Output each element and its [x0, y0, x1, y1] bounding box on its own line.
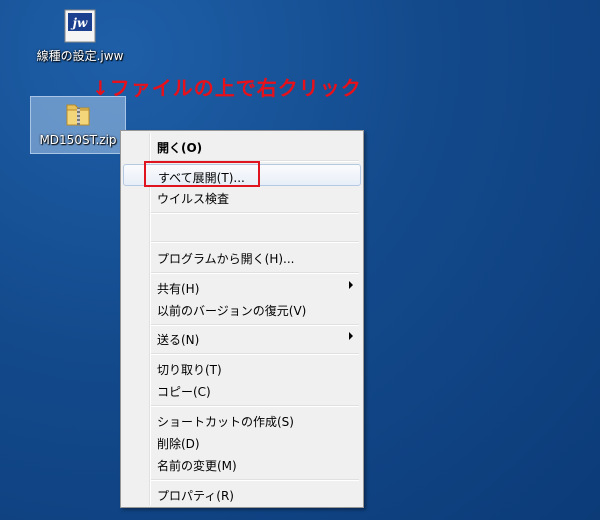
- submenu-arrow-icon: [349, 281, 353, 289]
- menu-item-label: 以前のバージョンの復元(V): [157, 304, 307, 318]
- menu-item-create-shortcut[interactable]: ショートカットの作成(S): [123, 409, 361, 431]
- menu-separator: [151, 241, 359, 243]
- menu-item-send-to[interactable]: 送る(N): [123, 327, 361, 349]
- menu-item-virus-scan[interactable]: ウイルス検査: [123, 186, 361, 208]
- menu-item-label: 切り取り(T): [157, 363, 222, 377]
- menu-item-label: プロパティ(R): [157, 489, 234, 503]
- menu-item-label: 名前の変更(M): [157, 459, 237, 473]
- instruction-annotation: ↓ファイルの上で右クリック: [92, 76, 362, 100]
- menu-item-open[interactable]: 開く(O): [123, 135, 361, 157]
- menu-item-share[interactable]: 共有(H): [123, 276, 361, 298]
- menu-separator: [151, 212, 359, 214]
- submenu-arrow-icon: [349, 332, 353, 340]
- menu-item-label: 削除(D): [157, 437, 200, 451]
- desktop-icon-zip-file[interactable]: MD150ST.zip: [30, 96, 126, 154]
- menu-item-cut[interactable]: 切り取り(T): [123, 357, 361, 379]
- menu-separator: [151, 479, 359, 481]
- menu-separator: [151, 272, 359, 274]
- menu-item-label: コピー(C): [157, 385, 211, 399]
- menu-item-label: 送る(N): [157, 333, 200, 347]
- menu-item-copy[interactable]: コピー(C): [123, 379, 361, 401]
- menu-item-open-with[interactable]: プログラムから開く(H)...: [123, 246, 361, 268]
- menu-item-restore-previous[interactable]: 以前のバージョンの復元(V): [123, 298, 361, 320]
- desktop-icon-label: MD150ST.zip: [39, 133, 117, 147]
- red-highlight-box: [144, 161, 260, 187]
- menu-separator: [151, 324, 359, 326]
- menu-item-label: 開く(O): [157, 141, 203, 155]
- menu-item-label: ショートカットの作成(S): [157, 415, 294, 429]
- svg-text:jw: jw: [71, 16, 88, 30]
- menu-item-label: ウイルス検査: [157, 192, 230, 206]
- zip-folder-icon: [66, 104, 90, 126]
- menu-item-label: 共有(H): [157, 282, 200, 296]
- jww-file-icon: jw: [64, 9, 96, 43]
- menu-item-properties[interactable]: プロパティ(R): [123, 483, 361, 505]
- menu-separator: [151, 405, 359, 407]
- menu-item-rename[interactable]: 名前の変更(M): [123, 453, 361, 475]
- menu-item-delete[interactable]: 削除(D): [123, 431, 361, 453]
- menu-item-label: プログラムから開く(H)...: [157, 252, 295, 266]
- menu-separator: [151, 353, 359, 355]
- desktop-icon-label: 線種の設定.jww: [36, 49, 124, 63]
- desktop-icon-jww-file[interactable]: jw 線種の設定.jww: [28, 8, 132, 64]
